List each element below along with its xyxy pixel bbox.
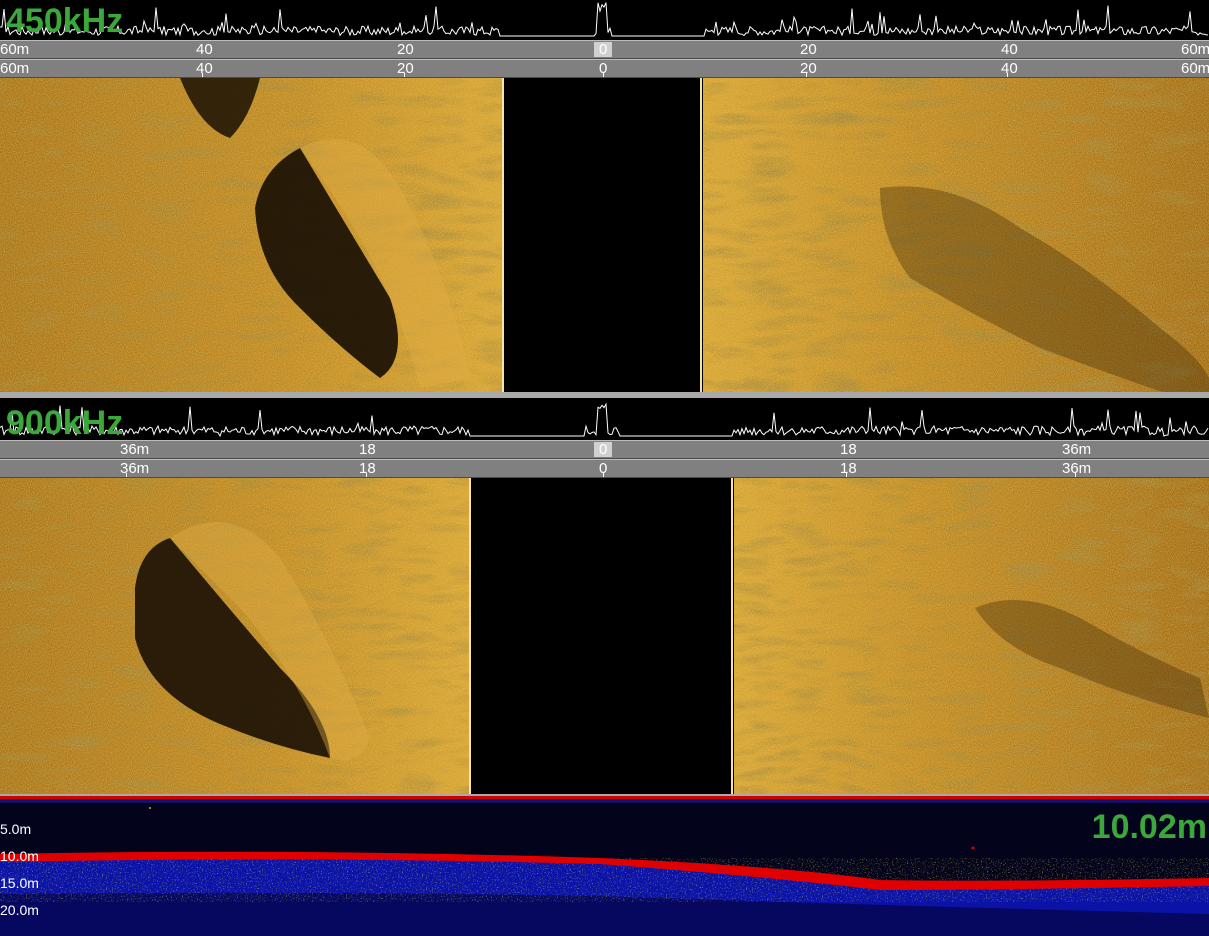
depth-tick: 15.0m [0, 875, 39, 891]
range-tick: 0 [599, 441, 608, 458]
depth-tick: 20.0m [0, 902, 39, 918]
range-tick: 20 [800, 60, 817, 77]
range-tick: 18 [840, 460, 857, 477]
range-scale-bottom: 60m 40 20 0 20 40 60m [0, 59, 1209, 78]
frequency-label: 450kHz [6, 2, 124, 40]
frequency-label: 900kHz [6, 404, 124, 440]
range-tick: 36m [120, 441, 150, 458]
range-scale-top: 36m 18 0 18 36m [0, 440, 1209, 459]
echogram-image [0, 796, 1209, 936]
range-tick: 60m [0, 60, 30, 77]
range-tick: 20 [397, 41, 414, 58]
sidescan-panel-450khz: 450kHz 60m 40 20 0 20 40 60m 60m 40 20 0… [0, 0, 1209, 392]
range-tick: 40 [1001, 41, 1018, 58]
range-tick: 40 [1001, 60, 1018, 77]
waveform-trace [0, 2, 1209, 37]
range-tick: 18 [840, 441, 857, 458]
waveform-trace [0, 402, 1209, 438]
range-tick: 36m [1062, 460, 1092, 477]
range-tick: 40 [196, 41, 213, 58]
range-tick: 60m [1181, 41, 1209, 58]
range-tick: 36m [120, 460, 150, 477]
sidescan-image-port-starboard[interactable] [0, 78, 1209, 392]
depth-tick: 5.0m [0, 821, 32, 837]
sidescan-image-port-starboard[interactable] [0, 478, 1209, 794]
range-tick: 18 [359, 460, 376, 477]
range-tick: 18 [359, 441, 376, 458]
depth-tick: 10.0m [0, 848, 39, 864]
range-tick: 20 [397, 60, 414, 77]
range-tick: 20 [800, 41, 817, 58]
waveform-strip: 450kHz [0, 0, 1209, 40]
range-scale-bottom: 36m 18 0 18 36m [0, 459, 1209, 478]
sidescan-panel-900khz: 900kHz 36m 18 0 18 36m 36m 18 0 18 36m [0, 398, 1209, 794]
waveform-strip: 900kHz [0, 398, 1209, 440]
range-tick: 0 [599, 41, 608, 58]
echogram-panel[interactable]: 5.0m 10.0m 15.0m 20.0m 10.02m [0, 796, 1209, 936]
range-tick: 60m [0, 41, 30, 58]
range-tick: 60m [1181, 60, 1209, 77]
range-tick: 36m [1062, 441, 1092, 458]
range-scale-top: 60m 40 20 0 20 40 60m [0, 40, 1209, 59]
range-tick: 40 [196, 60, 213, 77]
depth-readout: 10.02m [1091, 808, 1207, 846]
